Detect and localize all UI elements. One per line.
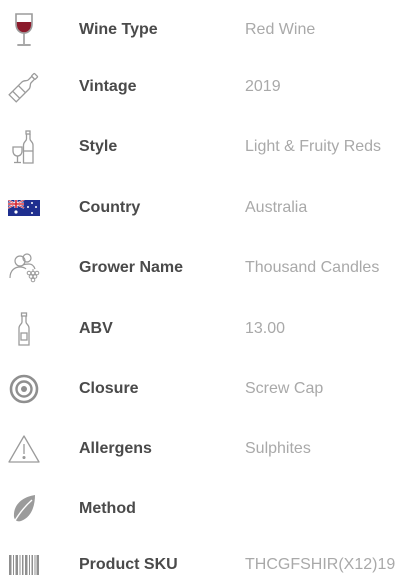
spec-row-method: Method xyxy=(0,489,412,529)
spec-value: Light & Fruity Reds xyxy=(245,138,382,155)
spec-row-grower-name: Grower Name Thousand Candles xyxy=(0,248,412,288)
spec-row-vintage: Vintage 2019 xyxy=(0,67,412,107)
wine-glass-icon xyxy=(4,10,44,50)
closure-target-icon xyxy=(4,369,44,409)
spec-label: ABV xyxy=(79,320,113,337)
abv-bottle-icon xyxy=(4,309,44,349)
spec-label: Product SKU xyxy=(79,556,178,573)
spec-label: Country xyxy=(79,199,141,216)
australia-flag-icon xyxy=(4,188,44,228)
spec-value: 13.00 xyxy=(245,320,286,337)
spec-label: Vintage xyxy=(79,78,137,95)
spec-label: Closure xyxy=(79,380,139,397)
spec-value: Sulphites xyxy=(245,440,311,457)
spec-row-abv: ABV 13.00 xyxy=(0,309,412,349)
spec-label: Grower Name xyxy=(79,259,184,276)
spec-label: Wine Type xyxy=(79,21,158,38)
spec-value: 2019 xyxy=(245,78,281,95)
spec-value: THCGFSHIR(X12)19 xyxy=(245,556,396,573)
bottle-glass-icon xyxy=(4,127,44,167)
spec-row-closure: Closure Screw Cap xyxy=(0,369,412,409)
spec-label: Method xyxy=(79,500,136,517)
barcode-icon xyxy=(4,545,44,585)
spec-row-wine-type: Wine Type Red Wine xyxy=(0,10,412,50)
spec-label: Allergens xyxy=(79,440,152,457)
wine-bottle-icon xyxy=(4,67,44,107)
spec-value: Thousand Candles xyxy=(245,259,380,276)
spec-value: Screw Cap xyxy=(245,380,324,397)
spec-row-style: Style Light & Fruity Reds xyxy=(0,127,412,167)
grower-people-icon xyxy=(4,248,44,288)
spec-value: Australia xyxy=(245,199,308,216)
spec-value: Red Wine xyxy=(245,21,316,38)
spec-row-product-sku: Product SKU THCGFSHIR(X12)19 xyxy=(0,545,412,585)
warning-triangle-icon xyxy=(4,429,44,469)
spec-row-country: Country Australia xyxy=(0,188,412,228)
spec-row-allergens: Allergens Sulphites xyxy=(0,429,412,469)
leaf-icon xyxy=(4,489,44,529)
spec-label: Style xyxy=(79,138,118,155)
